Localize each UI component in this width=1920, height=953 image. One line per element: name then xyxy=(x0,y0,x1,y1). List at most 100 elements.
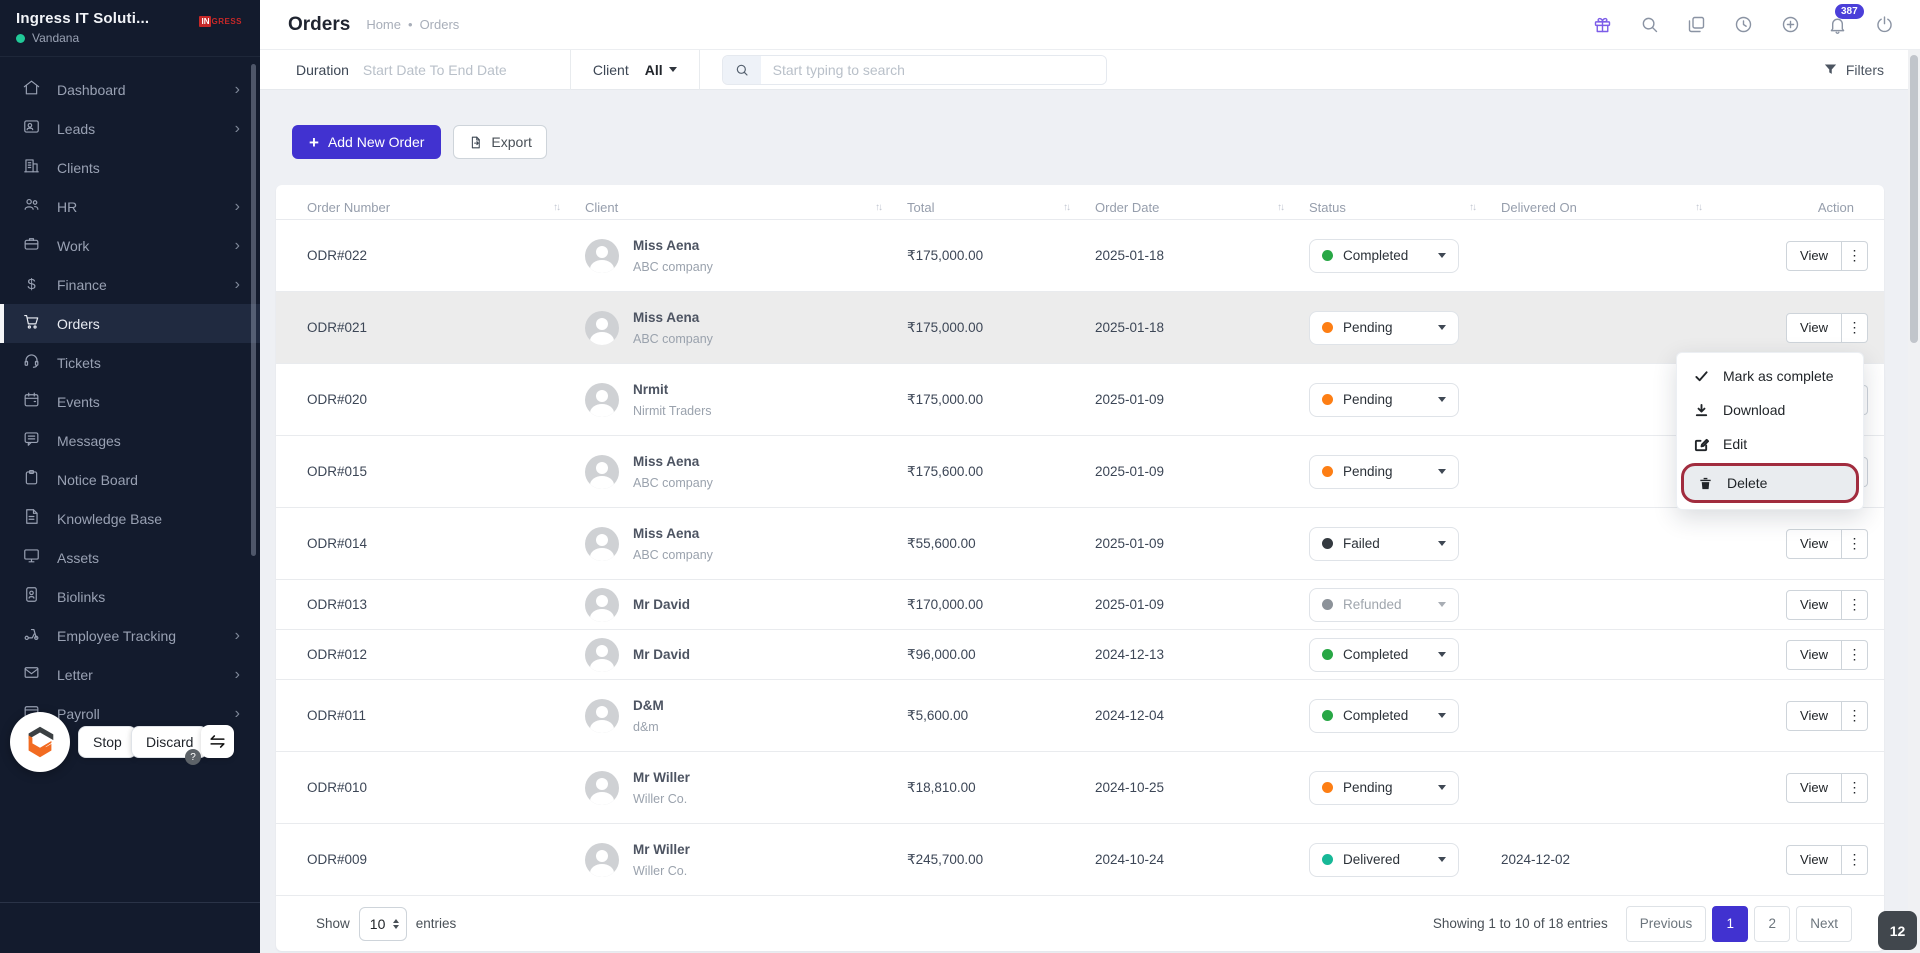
client-name[interactable]: Nrmit xyxy=(633,382,711,397)
page-scrollbar[interactable] xyxy=(1908,50,1920,953)
client-name[interactable]: Miss Aena xyxy=(633,238,713,253)
page-1-button[interactable]: 1 xyxy=(1712,905,1749,942)
view-button[interactable]: View xyxy=(1786,772,1842,803)
column-header-client[interactable]: Client ↑↓ xyxy=(585,200,907,215)
view-button[interactable]: View xyxy=(1786,528,1842,559)
sidebar-item-employee-tracking[interactable]: Employee Tracking › xyxy=(0,616,260,655)
previous-page-button[interactable]: Previous xyxy=(1625,905,1707,942)
history-clock-icon[interactable] xyxy=(1731,13,1755,37)
more-options-button[interactable]: ⋮ xyxy=(1842,844,1868,875)
more-options-button[interactable]: ⋮ xyxy=(1842,772,1868,803)
view-button[interactable]: View xyxy=(1786,240,1842,271)
sidebar-item-hr[interactable]: HR › xyxy=(0,187,260,226)
client-name[interactable]: Miss Aena xyxy=(633,526,713,541)
add-new-order-button[interactable]: + Add New Order xyxy=(292,125,442,159)
status-dropdown[interactable]: Delivered xyxy=(1309,842,1459,877)
sidebar-item-messages[interactable]: Messages xyxy=(0,421,260,460)
power-icon[interactable] xyxy=(1872,13,1896,37)
sidebar-item-work[interactable]: Work › xyxy=(0,226,260,265)
sidebar-item-letter[interactable]: Letter › xyxy=(0,655,260,694)
view-button[interactable]: View xyxy=(1786,312,1842,343)
search-input[interactable] xyxy=(760,55,1106,84)
help-icon[interactable]: ? xyxy=(185,749,201,765)
sidebar-item-tickets[interactable]: Tickets xyxy=(0,343,260,382)
column-header-order-number[interactable]: Order Number ↑↓ xyxy=(307,200,585,215)
status-dropdown[interactable]: Completed xyxy=(1309,238,1459,273)
table-row: ODR#022 Miss Aena ABC company ₹175,000.00… xyxy=(276,220,1884,292)
client-dropdown[interactable]: All xyxy=(645,62,677,78)
sort-icon[interactable]: ↑↓ xyxy=(1469,202,1477,213)
more-options-button[interactable]: ⋮ xyxy=(1842,312,1868,343)
column-header-order-date[interactable]: Order Date ↑↓ xyxy=(1095,200,1309,215)
recorder-logo[interactable] xyxy=(10,712,70,772)
more-options-button[interactable]: ⋮ xyxy=(1842,240,1868,271)
status-dropdown[interactable]: Pending xyxy=(1309,310,1459,345)
sidebar-item-orders[interactable]: Orders xyxy=(0,304,260,343)
sidebar-item-leads[interactable]: Leads › xyxy=(0,109,260,148)
status-dropdown[interactable]: Completed xyxy=(1309,698,1459,733)
sidebar-item-clients[interactable]: Clients xyxy=(0,148,260,187)
order-number: ODR#014 xyxy=(307,536,368,551)
sidebar-item-biolinks[interactable]: Biolinks xyxy=(0,577,260,616)
download-menu-item[interactable]: Download xyxy=(1677,393,1863,427)
duration-input[interactable] xyxy=(362,61,548,78)
scrollbar-thumb[interactable] xyxy=(1910,55,1918,343)
page-2-button[interactable]: 2 xyxy=(1754,905,1791,942)
next-page-button[interactable]: Next xyxy=(1796,905,1852,942)
client-name[interactable]: Mr Willer xyxy=(633,770,690,785)
status-dot-icon xyxy=(1322,322,1333,333)
status-dropdown[interactable]: Pending xyxy=(1309,454,1459,489)
show-label: Show xyxy=(316,916,350,931)
view-button[interactable]: View xyxy=(1786,589,1842,620)
notifications-bell-icon[interactable]: 387 xyxy=(1825,3,1864,37)
recorder-logo-icon xyxy=(28,726,54,758)
view-button[interactable]: View xyxy=(1786,844,1842,875)
sidebar-item-finance[interactable]: $ Finance › xyxy=(0,265,260,304)
sidebar-item-notice-board[interactable]: Notice Board xyxy=(0,460,260,499)
more-options-button[interactable]: ⋮ xyxy=(1842,700,1868,731)
status-dropdown[interactable]: Failed xyxy=(1309,526,1459,561)
status-dropdown[interactable]: Completed xyxy=(1309,637,1459,672)
sidebar-item-dashboard[interactable]: Dashboard › xyxy=(0,70,260,109)
column-header-status[interactable]: Status ↑↓ xyxy=(1309,200,1501,215)
client-name[interactable]: Mr David xyxy=(633,597,690,612)
mark-as-complete-menu-item[interactable]: Mark as complete xyxy=(1677,359,1863,393)
sidebar-scrollbar[interactable] xyxy=(251,64,256,556)
sort-icon[interactable]: ↑↓ xyxy=(1695,202,1703,213)
gift-icon[interactable] xyxy=(1590,13,1614,37)
status-dropdown[interactable]: Pending xyxy=(1309,382,1459,417)
column-header-delivered-on[interactable]: Delivered On ↑↓ xyxy=(1501,200,1727,215)
add-circle-icon[interactable] xyxy=(1778,13,1802,37)
client-name[interactable]: Miss Aena xyxy=(633,310,713,325)
delete-menu-item[interactable]: Delete xyxy=(1681,463,1859,503)
search-icon[interactable] xyxy=(1637,13,1661,37)
notes-icon[interactable] xyxy=(1684,13,1708,37)
client-name[interactable]: D&M xyxy=(633,698,664,713)
page-size-select[interactable]: 10 xyxy=(358,906,407,941)
stop-button[interactable]: Stop xyxy=(78,726,137,758)
view-button[interactable]: View xyxy=(1786,700,1842,731)
client-name[interactable]: Miss Aena xyxy=(633,454,713,469)
client-name[interactable]: Mr David xyxy=(633,647,690,662)
sort-icon[interactable]: ↑↓ xyxy=(1063,202,1071,213)
edit-menu-item[interactable]: Edit xyxy=(1677,427,1863,461)
status-dropdown[interactable]: Refunded xyxy=(1309,587,1459,622)
view-button[interactable]: View xyxy=(1786,639,1842,670)
more-options-button[interactable]: ⋮ xyxy=(1842,639,1868,670)
filters-button[interactable]: Filters xyxy=(1823,62,1884,78)
sort-icon[interactable]: ↑↓ xyxy=(553,202,561,213)
more-options-button[interactable]: ⋮ xyxy=(1842,589,1868,620)
status-dropdown[interactable]: Pending xyxy=(1309,770,1459,805)
sidebar-item-assets[interactable]: Assets xyxy=(0,538,260,577)
breadcrumb-home[interactable]: Home xyxy=(366,17,401,32)
more-options-button[interactable]: ⋮ xyxy=(1842,528,1868,559)
swap-button[interactable] xyxy=(201,725,234,758)
client-name[interactable]: Mr Willer xyxy=(633,842,690,857)
column-header-total[interactable]: Total ↑↓ xyxy=(907,200,1095,215)
export-button[interactable]: Export xyxy=(453,125,547,159)
sidebar-item-knowledge-base[interactable]: Knowledge Base xyxy=(0,499,260,538)
sort-icon[interactable]: ↑↓ xyxy=(1277,202,1285,213)
sidebar-item-events[interactable]: Events xyxy=(0,382,260,421)
client-cell: Miss Aena ABC company xyxy=(585,310,907,346)
sort-icon[interactable]: ↑↓ xyxy=(875,202,883,213)
